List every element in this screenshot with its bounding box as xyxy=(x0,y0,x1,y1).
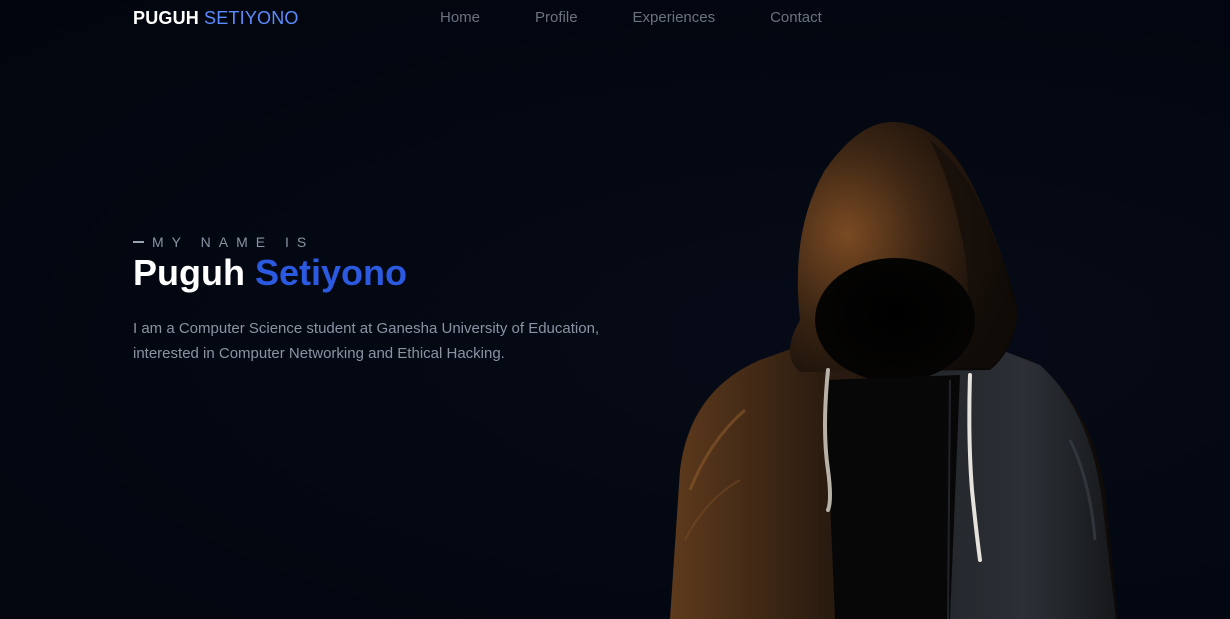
hero-name-last: Setiyono xyxy=(254,252,407,293)
page: PUGUH SETIYONO Home Profile Experiences C… xyxy=(0,0,1230,619)
hero-title: Puguh Setiyono xyxy=(133,252,407,294)
nav-link-profile[interactable]: Profile xyxy=(535,9,578,26)
nav-link-contact[interactable]: Contact xyxy=(770,9,822,26)
brand-logo[interactable]: PUGUH SETIYONO xyxy=(133,8,299,29)
nav-link-experiences[interactable]: Experiences xyxy=(633,9,716,26)
hero-name-first: Puguh xyxy=(133,252,245,293)
nav-links: Home Profile Experiences Contact xyxy=(440,9,822,26)
hero-eyebrow: MY NAME IS xyxy=(133,234,314,250)
brand-first-name: PUGUH xyxy=(133,8,200,28)
brand-last-name: SETIYONO xyxy=(204,8,299,28)
navbar: PUGUH SETIYONO Home Profile Experiences C… xyxy=(0,0,1230,36)
hooded-figure-image xyxy=(670,121,1118,619)
eyebrow-text: MY NAME IS xyxy=(152,234,315,250)
nav-link-home[interactable]: Home xyxy=(440,9,480,26)
hero-description: I am a Computer Science student at Ganes… xyxy=(133,320,600,362)
eyebrow-dash xyxy=(133,241,144,243)
